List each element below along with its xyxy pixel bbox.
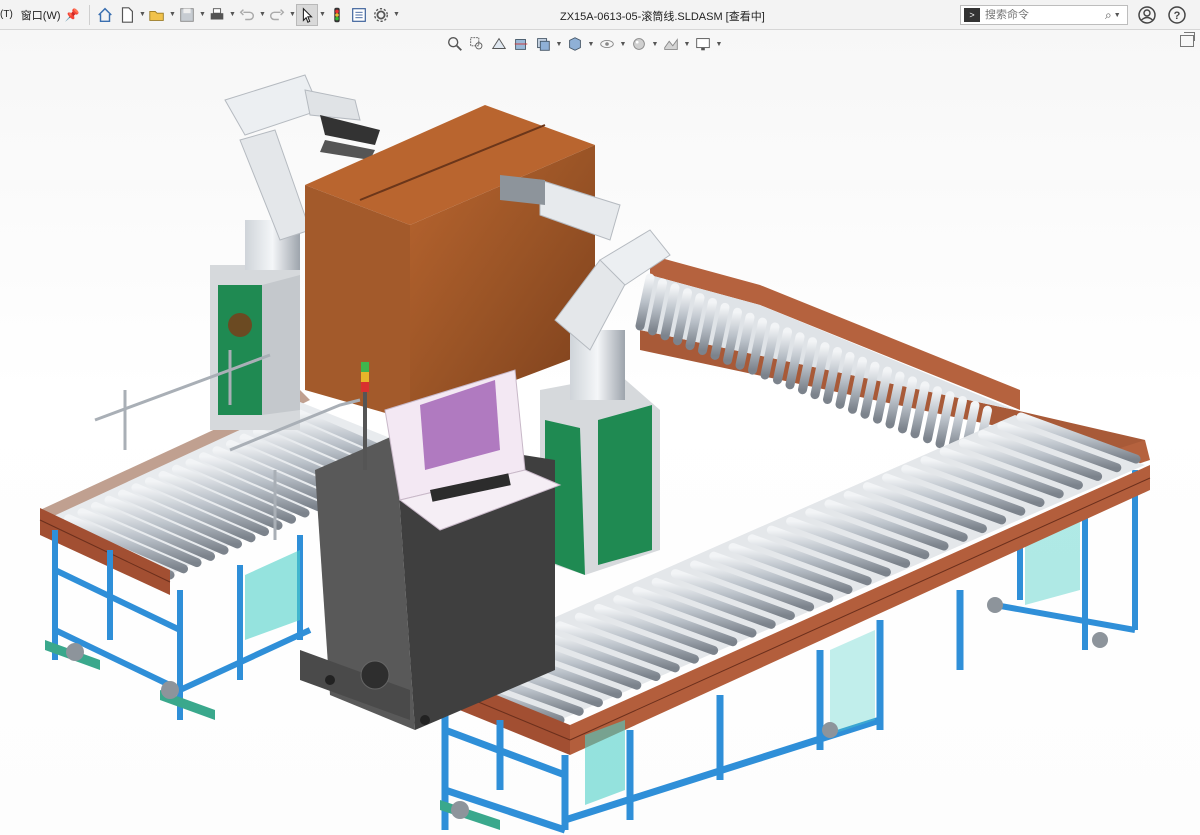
chevron-down-icon[interactable]: ▼ [683, 34, 691, 54]
hide-show-items-button[interactable] [597, 34, 617, 54]
open-folder-button[interactable] [146, 4, 168, 26]
home-icon [98, 7, 113, 22]
zoom-to-fit-button[interactable] [445, 34, 465, 54]
menu-window[interactable]: 窗口(W) [17, 7, 65, 23]
previous-view-icon [491, 37, 507, 49]
undo-icon [240, 8, 255, 20]
edit-appearance-button[interactable] [629, 34, 649, 54]
assembly-model-view [39, 74, 1151, 834]
chevron-down-icon[interactable]: ▼ [587, 34, 595, 54]
redo-icon [270, 8, 285, 20]
chevron-down-icon[interactable]: ▼ [318, 4, 326, 26]
chevron-down-icon[interactable]: ▼ [258, 4, 266, 26]
file-properties-button[interactable] [348, 4, 370, 26]
apply-scene-icon [664, 38, 678, 50]
conveyor-right-back [635, 255, 1145, 463]
zoom-area-icon [470, 37, 483, 50]
standard-toolbar: ▼ ▼ ▼ ▼ ▼ ▼ ▼ ▼ [94, 3, 400, 26]
print-button[interactable] [206, 4, 228, 26]
new-document-button[interactable] [116, 4, 138, 26]
select-cursor-button[interactable] [296, 3, 319, 26]
hide-show-items-icon [600, 39, 614, 49]
section-view-button[interactable] [511, 34, 531, 54]
apply-scene-button[interactable] [661, 34, 681, 54]
undo-button[interactable] [236, 4, 258, 26]
caster-wheel [1092, 632, 1108, 648]
control-console [300, 362, 562, 730]
chevron-down-icon[interactable]: ▼ [619, 34, 627, 54]
toolbar-separator [89, 4, 91, 25]
title-bar: (T) 窗口(W) 📌 ▼ ▼ ▼ ▼ ▼ ▼ ▼ ▼ ZX15A-0613-05-滚筒线.S… [0, 0, 1200, 30]
chevron-down-icon[interactable]: ▼ [228, 4, 236, 26]
display-style-icon [569, 37, 581, 51]
search-box[interactable]: > ⌕ ▼ [960, 5, 1128, 25]
chevron-down-icon[interactable]: ▼ [1114, 12, 1121, 19]
user-icon [1138, 6, 1156, 24]
edit-appearance-icon [633, 38, 645, 50]
menu-tools-fragment[interactable]: (T) [0, 9, 17, 20]
save-button[interactable] [176, 4, 198, 26]
home-button[interactable] [94, 4, 116, 26]
zoom-area-button[interactable] [467, 34, 487, 54]
view-orientation-icon [537, 38, 550, 51]
chevron-down-icon[interactable]: ▼ [288, 4, 296, 26]
chevron-down-icon[interactable]: ▼ [715, 34, 723, 54]
pin-icon[interactable]: 📌 [65, 8, 80, 22]
display-style-button[interactable] [565, 34, 585, 54]
chevron-down-icon[interactable]: ▼ [555, 34, 563, 54]
gear-button[interactable] [370, 4, 392, 26]
chevron-down-icon[interactable]: ▼ [198, 4, 206, 26]
restore-window-button[interactable] [1180, 32, 1195, 47]
gear-icon [374, 7, 389, 22]
svg-text:?: ? [1174, 10, 1181, 22]
chevron-down-icon[interactable]: ▼ [392, 4, 400, 26]
section-view-icon [514, 39, 528, 50]
view-settings-button[interactable] [693, 34, 713, 54]
chevron-down-icon[interactable]: ▼ [651, 34, 659, 54]
new-document-icon [122, 6, 134, 23]
select-cursor-icon [303, 6, 314, 23]
graphics-area[interactable]: ▼ ▼ ▼ ▼ ▼ ▼ [0, 30, 1200, 835]
traffic-light-button[interactable] [326, 4, 348, 26]
help-icon: ? [1168, 6, 1186, 24]
document-title: ZX15A-0613-05-滚筒线.SLDASM [查看中] [560, 11, 765, 23]
save-icon [180, 7, 195, 22]
file-properties-icon [352, 7, 367, 22]
chevron-down-icon[interactable]: ▼ [168, 4, 176, 26]
open-folder-icon [149, 10, 165, 21]
view-orientation-button[interactable] [533, 34, 553, 54]
print-icon [211, 7, 224, 19]
redo-button[interactable] [266, 4, 288, 26]
search-icon[interactable]: ⌕ [1105, 8, 1112, 23]
help-button[interactable]: ? [1168, 6, 1186, 27]
previous-view-button[interactable] [489, 34, 509, 54]
command-prompt-icon: > [964, 8, 980, 22]
view-settings-icon [696, 38, 710, 51]
chevron-down-icon[interactable]: ▼ [138, 4, 146, 26]
traffic-light-icon [334, 7, 341, 22]
zoom-to-fit-icon [448, 37, 462, 51]
search-input[interactable] [985, 9, 1103, 21]
heads-up-view-toolbar: ▼ ▼ ▼ ▼ ▼ ▼ [445, 33, 723, 55]
user-account-button[interactable] [1138, 6, 1156, 27]
caster-wheel [987, 597, 1003, 613]
